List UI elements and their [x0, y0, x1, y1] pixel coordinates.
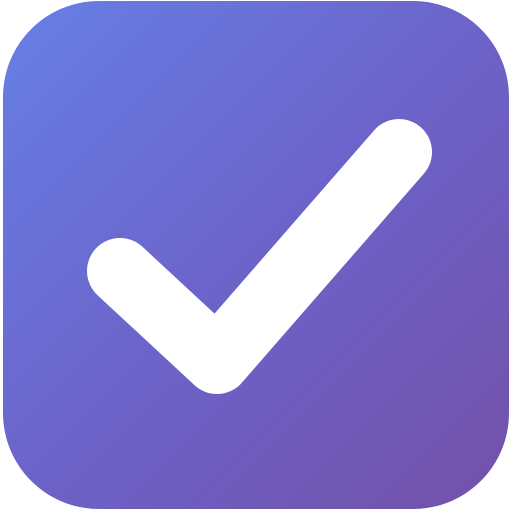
- icon-background: [3, 1, 509, 509]
- checkmark-icon-graphic: [3, 1, 509, 509]
- app-icon: [3, 1, 509, 509]
